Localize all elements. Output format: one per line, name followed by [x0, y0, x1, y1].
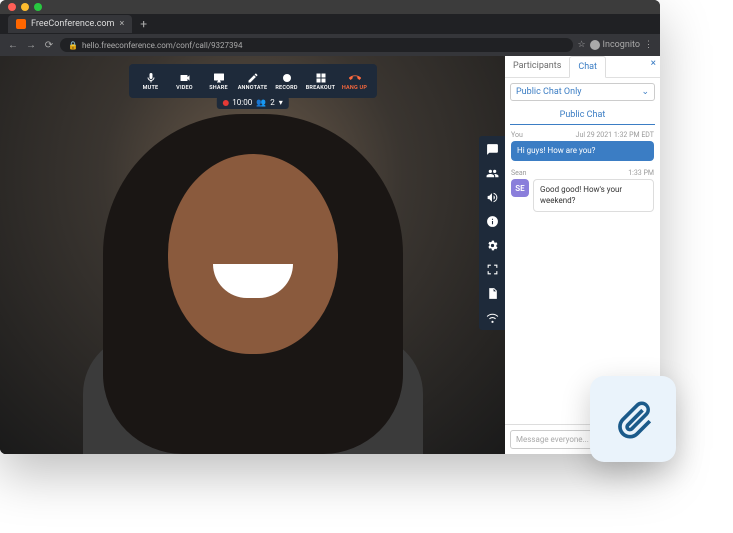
attachment-tile[interactable] — [590, 376, 676, 462]
msg-time: Jul 29 2021 1:32 PM EDT — [576, 131, 654, 139]
browser-tab-row: FreeConference.com × + — [0, 14, 660, 34]
incognito-icon — [590, 40, 600, 50]
tab-title: FreeConference.com — [31, 19, 114, 29]
breakout-button[interactable]: BREAKOUT — [305, 68, 337, 94]
camera-icon — [179, 72, 191, 84]
panel-tabs: Participants Chat × — [505, 56, 660, 78]
participant-count: 2 — [270, 98, 275, 107]
people-icon: 👥 — [256, 98, 266, 107]
app-content: MUTE VIDEO SHARE ANNOTATE RECORD — [0, 56, 660, 454]
avatar: SE — [511, 179, 529, 197]
screen-icon — [213, 72, 225, 84]
nav-forward-icon[interactable]: → — [24, 40, 38, 51]
document-icon[interactable] — [485, 286, 499, 300]
star-icon[interactable]: ☆ — [577, 40, 585, 50]
pencil-icon — [247, 72, 259, 84]
msg-time: 1:33 PM — [628, 169, 654, 177]
mute-button[interactable]: MUTE — [135, 68, 167, 94]
browser-tab[interactable]: FreeConference.com × — [8, 15, 132, 33]
lock-icon: 🔒 — [68, 41, 78, 50]
share-button[interactable]: SHARE — [203, 68, 235, 94]
chat-bubble-other: Good good! How's your weekend? — [533, 179, 654, 212]
incognito-label: Incognito — [603, 40, 640, 50]
url-text: hello.freeconference.com/conf/call/93273… — [82, 41, 243, 50]
browser-window: FreeConference.com × + ← → ⟳ 🔒 hello.fre… — [0, 0, 660, 454]
call-toolbar: MUTE VIDEO SHARE ANNOTATE RECORD — [129, 64, 377, 98]
chevron-down-icon: ⌄ — [641, 87, 649, 97]
chat-icon[interactable] — [485, 142, 499, 156]
msg-sender-you: You — [511, 131, 523, 139]
browser-nav-bar: ← → ⟳ 🔒 hello.freeconference.com/conf/ca… — [0, 34, 660, 56]
tab-participants[interactable]: Participants — [505, 56, 569, 77]
settings-icon[interactable] — [485, 238, 499, 252]
record-icon — [281, 72, 293, 84]
annotate-button[interactable]: ANNOTATE — [237, 68, 269, 94]
grid-icon — [315, 72, 327, 84]
favicon — [16, 19, 26, 29]
paperclip-icon — [611, 397, 655, 441]
msg-sender-other: Sean — [511, 169, 527, 177]
url-bar[interactable]: 🔒 hello.freeconference.com/conf/call/932… — [60, 38, 573, 52]
wifi-icon[interactable] — [485, 310, 499, 324]
window-maximize-button[interactable] — [34, 3, 42, 11]
participants-icon[interactable] — [485, 166, 499, 180]
tab-close-icon[interactable]: × — [119, 19, 124, 29]
side-rail — [479, 136, 505, 330]
window-title-bar — [0, 0, 660, 14]
browser-menu-icon[interactable]: ⋮ — [644, 40, 654, 50]
info-icon[interactable] — [485, 214, 499, 228]
mic-icon — [145, 72, 157, 84]
chevron-down-icon[interactable]: ▾ — [279, 98, 283, 107]
call-status-chip: 10:00 👥 2 ▾ — [216, 96, 288, 109]
new-tab-button[interactable]: + — [140, 17, 147, 31]
nav-back-icon[interactable]: ← — [6, 40, 20, 51]
announce-icon[interactable] — [485, 190, 499, 204]
tab-chat[interactable]: Chat — [569, 56, 606, 78]
record-dot-icon — [222, 100, 228, 106]
window-minimize-button[interactable] — [21, 3, 29, 11]
chat-filter-value: Public Chat Only — [516, 87, 582, 97]
panel-close-icon[interactable]: × — [651, 58, 656, 69]
fullscreen-icon[interactable] — [485, 262, 499, 276]
nav-reload-icon[interactable]: ⟳ — [42, 40, 56, 51]
participant-video — [93, 94, 413, 454]
record-button[interactable]: RECORD — [271, 68, 303, 94]
phone-icon — [349, 72, 361, 84]
video-button[interactable]: VIDEO — [169, 68, 201, 94]
hangup-button[interactable]: HANG UP — [339, 68, 371, 94]
public-chat-header: Public Chat — [510, 106, 655, 125]
incognito-badge[interactable]: Incognito — [590, 40, 640, 50]
call-timer: 10:00 — [232, 98, 252, 107]
chat-filter-select[interactable]: Public Chat Only ⌄ — [510, 83, 655, 101]
video-area: MUTE VIDEO SHARE ANNOTATE RECORD — [0, 56, 505, 454]
window-close-button[interactable] — [8, 3, 16, 11]
chat-bubble-mine: Hi guys! How are you? — [511, 141, 654, 161]
